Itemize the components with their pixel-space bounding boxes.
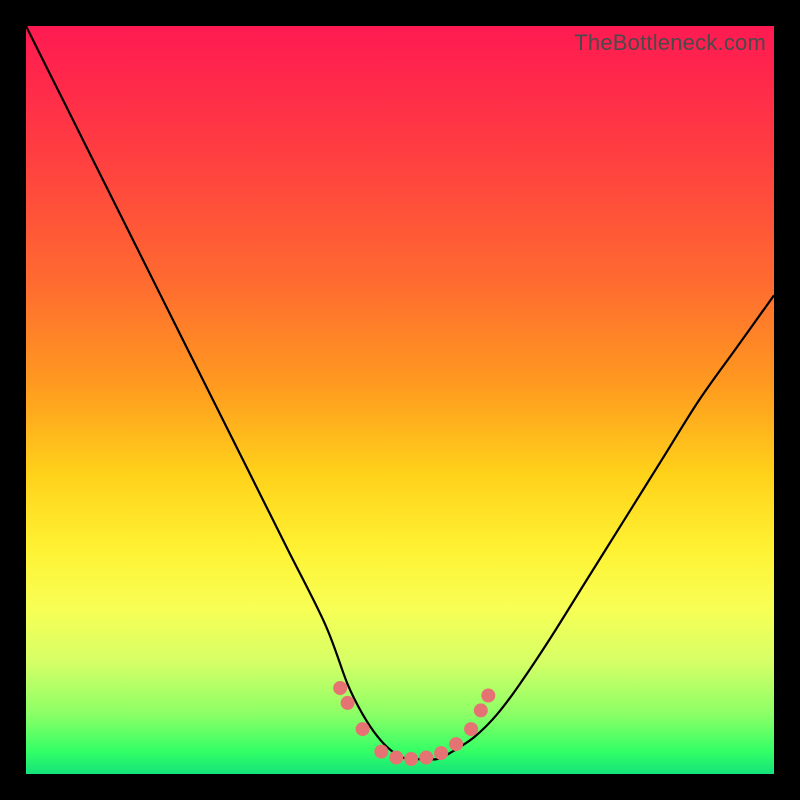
- curve-markers: [333, 681, 495, 766]
- plot-area: TheBottleneck.com: [26, 26, 774, 774]
- curve-marker: [481, 689, 495, 703]
- curve-marker: [474, 703, 488, 717]
- curve-marker: [404, 752, 418, 766]
- curve-layer: [26, 26, 774, 774]
- curve-marker: [419, 751, 433, 765]
- curve-marker: [434, 746, 448, 760]
- bottleneck-curve: [26, 26, 774, 760]
- chart-frame: TheBottleneck.com: [0, 0, 800, 800]
- curve-marker: [356, 722, 370, 736]
- curve-marker: [464, 722, 478, 736]
- curve-marker: [389, 751, 403, 765]
- curve-marker: [449, 737, 463, 751]
- curve-marker: [374, 745, 388, 759]
- curve-marker: [333, 681, 347, 695]
- curve-marker: [341, 696, 355, 710]
